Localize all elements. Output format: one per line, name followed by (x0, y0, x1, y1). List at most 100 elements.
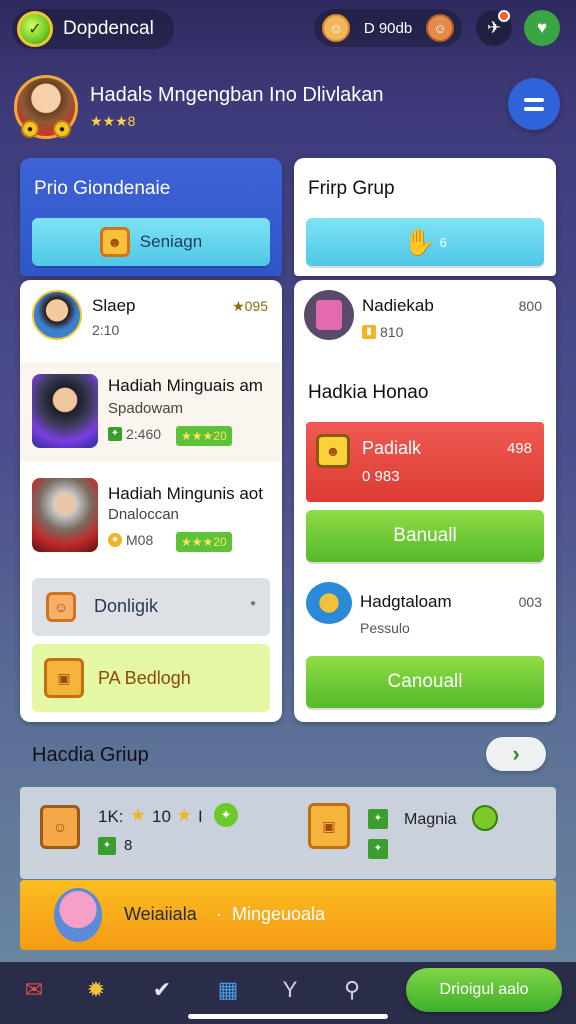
right-panel-list: Nadiekab 800 ▮ 810 Hadkia Honao ☻ Padialk… (294, 280, 556, 722)
calendar-icon: ▦ (217, 977, 239, 1002)
currency-pill[interactable]: ☺ D 90db ☺ (314, 9, 462, 47)
menu-button[interactable] (508, 78, 560, 130)
tab-missions[interactable]: ✔ (144, 972, 180, 1008)
branch-icon: Y (282, 977, 298, 1002)
list-item[interactable]: Slaep ★095 2:10 (20, 280, 282, 360)
group-box[interactable]: ☺ 1K: ★ 10 ★ I ✦ ✦ 8 ▣ ✦ ✦ Magnia (20, 787, 556, 879)
profile-header: ● ● Hadals Mngengban Ino Dlivlakan ★★★8 (14, 72, 562, 142)
right-panel-title: Frirp Grup (308, 178, 395, 199)
list-item-tag: ● M08 (108, 532, 153, 548)
right-panel-button[interactable]: ✋ 6 (306, 218, 544, 266)
list-item-tag: ✦ 2:460 (108, 426, 161, 442)
face-box-icon: ☺ (46, 592, 76, 622)
list-item-title: Slaep (92, 296, 136, 315)
chevron-right-icon: › (512, 741, 520, 766)
melon-icon (472, 805, 498, 831)
list-item-score: ★095 (232, 298, 268, 314)
smile-box-icon: ☻ (99, 227, 130, 257)
right-panel-header: Frirp Grup ✋ 6 (294, 158, 556, 276)
secondary-action-button[interactable]: Canouall (306, 656, 544, 708)
featured-title: Padialk (362, 438, 422, 458)
hand-icon: ✋ (403, 226, 436, 257)
list-item-title: Hadiah Minguais am (108, 376, 263, 395)
tab-calendar[interactable]: ▦ (210, 972, 246, 1008)
search-icon: ⚲ (343, 977, 361, 1002)
rating-chip: ★★★20 (176, 426, 232, 446)
list-item[interactable]: Hadiah Minguais am Spadowam ✦ 2:460 ★★★20 (20, 362, 282, 462)
group-stat-left: 1K: (98, 807, 124, 826)
gem-icon: ✦ (108, 427, 122, 441)
compass-icon: ✈ (486, 18, 502, 37)
treasure-chest-icon: ☻ (316, 434, 350, 468)
banner-separator: · (216, 904, 222, 924)
character-portrait (32, 478, 98, 552)
app-title-pill[interactable]: ✓ Dopdencal (12, 9, 174, 49)
section-label: Hadkia Honao (308, 382, 429, 403)
primary-action-button[interactable]: Banuall (306, 510, 544, 562)
game-item-icon (306, 582, 352, 624)
animal-crate-icon: ☺ (40, 805, 80, 849)
list-item[interactable]: Hadiah Mingunis aot Dnaloccan ● M08 ★★★20 (20, 466, 282, 566)
coin-icon: ● (53, 120, 71, 138)
tab-search[interactable]: ⚲ (334, 972, 370, 1008)
tab-mail[interactable]: ✉ (16, 972, 52, 1008)
character-portrait (32, 374, 98, 448)
gem-icon: ✦ (368, 809, 388, 829)
promo-banner[interactable]: Weiaiiala · Mingeuoala (20, 880, 556, 950)
mascot-icon (54, 888, 102, 942)
group-stat-tail: I (198, 807, 203, 826)
option-row-lime[interactable]: ▣ PA Bedlogh (32, 644, 270, 712)
menu-icon (524, 97, 544, 102)
list-item-title: Hadiah Mingunis aot (108, 484, 263, 503)
featured-value: 498 (506, 440, 532, 457)
left-panel-button[interactable]: ☻ Seniagn (32, 218, 270, 266)
sun-icon: ✹ (86, 977, 106, 1002)
option-row-gray[interactable]: ☺ Donligik ● (32, 578, 270, 636)
profile-rating: ★★★8 (90, 113, 136, 129)
treasure-box-icon: ▣ (44, 658, 84, 698)
tab-social[interactable]: Y (272, 972, 308, 1008)
star-icon: ★ (176, 805, 193, 825)
gem-icon: ✦ (98, 837, 116, 855)
left-panel-header: Prio Giondenaie ☻ Seniagn (20, 158, 282, 276)
banner-text-a: Weiaiiala (124, 904, 197, 924)
second-item-title: Hadgtaloam (360, 592, 452, 611)
rating-chip: ★★★20 (176, 532, 232, 552)
treasure-box-icon: ▣ (308, 803, 350, 849)
group-section-title: Hacdia Griup (32, 744, 149, 766)
group-stat-mid: 10 (152, 807, 171, 826)
list-item-subtitle: Spadowam (108, 400, 184, 417)
play-button[interactable]: Drioigul aalo (406, 968, 562, 1012)
featured-card[interactable]: ☻ Padialk 498 0 983 (306, 422, 544, 502)
friends-button[interactable]: ♥ (524, 10, 560, 46)
right-panel-button-label: 6 (439, 234, 447, 250)
notification-badge (498, 10, 510, 22)
mailbox-icon: ✉ (24, 977, 44, 1002)
second-item-subtitle: Pessulo (360, 620, 410, 636)
avatar (32, 290, 82, 340)
group-right-label: Magnia (404, 811, 457, 828)
left-panel-list: Slaep ★095 2:10 Hadiah Minguais am Spado… (20, 280, 282, 722)
app-logo-icon: ✓ (17, 11, 53, 47)
coin-icon: ▮ (362, 325, 376, 339)
group-next-button[interactable]: › (486, 737, 546, 771)
left-panel-title: Prio Giondenaie (34, 178, 171, 199)
check-badge-icon: ✔ (152, 977, 172, 1002)
left-panel-button-label: Seniagn (139, 232, 203, 251)
option-lime-label: PA Bedlogh (98, 668, 191, 688)
banner-text-b: Mingeuoala (232, 904, 326, 924)
second-item-value: 003 (518, 594, 542, 610)
featured-meta: 0 983 (362, 468, 400, 485)
notification-button[interactable]: ✈ (476, 10, 512, 46)
coin-icon: ● (21, 120, 39, 138)
gem-icon: ✦ (214, 803, 238, 827)
first-item-meta: ▮ 810 (362, 324, 403, 340)
avatar[interactable]: ● ● (14, 75, 78, 139)
gift-box-icon (304, 290, 354, 340)
first-item-value: 800 (518, 298, 542, 314)
app-title: Dopdencal (63, 18, 154, 39)
home-indicator (188, 1014, 388, 1019)
group-stat-small: 8 (124, 837, 133, 854)
tab-events[interactable]: ✹ (78, 972, 114, 1008)
gem-icon: ✦ (368, 839, 388, 859)
